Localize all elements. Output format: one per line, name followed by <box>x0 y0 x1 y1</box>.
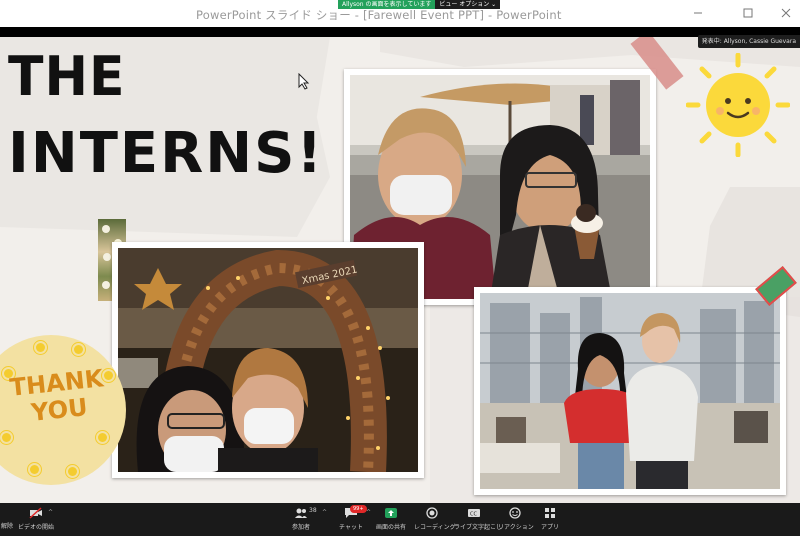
unmute-button[interactable]: 解除 <box>0 503 14 536</box>
photo-office-interns-image <box>480 293 780 489</box>
window-title: PowerPoint スライド ショー - [Farewell Event PP… <box>196 8 562 22</box>
record-icon <box>426 507 438 519</box>
record-label: レコーディング <box>414 524 456 531</box>
chat-options-icon[interactable]: ^ <box>366 509 371 516</box>
minimize-icon <box>694 12 702 14</box>
chat-label: チャット <box>339 524 363 531</box>
maximize-button[interactable] <box>740 5 756 21</box>
chat-unread-badge: 99+ <box>350 505 367 513</box>
unmute-label: 解除 <box>0 523 13 530</box>
apps-label: アプリ <box>540 524 559 531</box>
slide-title-line2: INTERNS! <box>8 121 325 186</box>
photo-christmas-wreath: Xmas 2021 <box>112 242 424 478</box>
start-video-button[interactable]: ビデオの開始 <box>16 503 56 536</box>
thank-you-text: THANK YOU <box>5 364 110 429</box>
participants-label: 参加者 <box>291 524 310 531</box>
apps-button[interactable]: アプリ <box>538 503 562 536</box>
live-transcript-button[interactable]: CC ライブ文字起こし <box>454 503 503 536</box>
mouse-cursor-icon <box>298 73 310 90</box>
apps-icon <box>545 508 555 518</box>
zoom-screen-share: Allyson の画面を表示しています ビュー オプション ⌄ PowerPoi… <box>0 0 800 536</box>
participants-icon <box>295 508 307 518</box>
sunlet-decoration <box>68 467 77 476</box>
sunlet-decoration <box>2 433 11 442</box>
sun-icon <box>686 53 790 157</box>
minimize-button[interactable] <box>690 5 706 21</box>
close-button[interactable] <box>778 5 794 21</box>
maximize-icon <box>743 8 753 18</box>
share-screen-button[interactable]: 画面の共有 <box>374 503 408 536</box>
share-screen-icon <box>385 508 397 518</box>
participants-count: 38 <box>309 507 317 514</box>
video-options-icon[interactable]: ^ <box>48 509 53 516</box>
meeting-toolbar: 解除 ビデオの開始 ^ 参加者 38 ^ チャット 99+ ^ 画面の共有 レコ… <box>0 503 800 536</box>
emoji-icon <box>509 507 521 519</box>
photo-christmas-wreath-image: Xmas 2021 <box>118 248 418 472</box>
powerpoint-title-bar: Allyson の画面を表示しています ビュー オプション ⌄ PowerPoi… <box>0 0 800 27</box>
live-transcript-label: ライブ文字起こし <box>454 524 503 531</box>
svg-text:CC: CC <box>470 512 477 518</box>
closed-caption-icon: CC <box>468 509 480 518</box>
reactions-label: リアクション <box>498 524 534 531</box>
slide-canvas: THE INTERNS! Xmas 2021 THANK YOU <box>0 37 800 503</box>
photo-office-interns <box>474 287 786 495</box>
sunlet-decoration <box>30 465 39 474</box>
video-off-icon <box>29 507 42 519</box>
sunlet-decoration <box>36 343 45 352</box>
slide-title-line1: THE <box>8 45 126 109</box>
sunlet-decoration <box>74 345 83 354</box>
reactions-button[interactable]: リアクション <box>498 503 534 536</box>
participants-options-icon[interactable]: ^ <box>322 509 327 516</box>
start-video-label: ビデオの開始 <box>17 524 54 531</box>
share-screen-label: 画面の共有 <box>375 524 406 531</box>
sunlet-decoration <box>98 433 107 442</box>
presenter-tag: 発表中: Allyson, Cassie Guevara <box>697 35 800 48</box>
record-button[interactable]: レコーディング <box>414 503 456 536</box>
close-icon <box>781 8 791 18</box>
